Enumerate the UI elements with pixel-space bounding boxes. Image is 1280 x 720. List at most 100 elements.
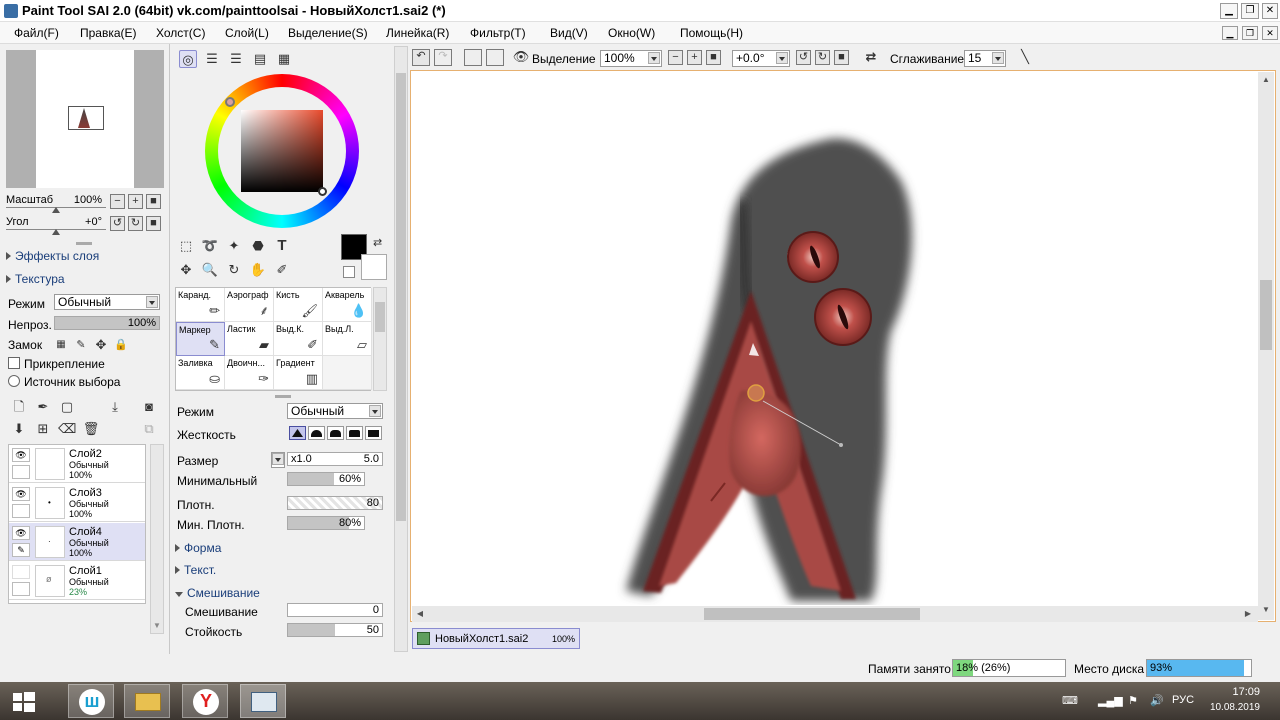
- swap-colors-icon[interactable]: ⇄: [373, 236, 382, 249]
- layer-row[interactable]: ø Слой1 Обычный 23%: [9, 562, 145, 600]
- rotate-right-button[interactable]: ↻: [815, 50, 830, 65]
- texture-section[interactable]: Текстура: [6, 272, 65, 286]
- shape-section[interactable]: Форма: [175, 541, 221, 555]
- color-selector[interactable]: [318, 187, 327, 196]
- start-button[interactable]: [0, 684, 48, 718]
- clock-time[interactable]: 17:09: [1210, 686, 1260, 698]
- zoom-in-button[interactable]: +: [687, 50, 702, 65]
- layer-lock-toggle[interactable]: [12, 504, 30, 518]
- pressure-curve-icon[interactable]: ╲: [1016, 48, 1034, 66]
- merge-down-icon[interactable]: ⬇: [10, 420, 28, 438]
- language-indicator[interactable]: РУС: [1172, 694, 1194, 706]
- redo-icon[interactable]: ↷: [434, 49, 452, 66]
- zoom-in-button[interactable]: +: [128, 194, 143, 209]
- text-tool-icon[interactable]: T: [273, 237, 291, 255]
- clear-layer-icon[interactable]: ⌫: [58, 420, 76, 438]
- transfer-layer-icon[interactable]: ⤓: [106, 398, 124, 416]
- menu-view[interactable]: Вид(V): [550, 26, 588, 40]
- brush-gradient[interactable]: Градиент ▥: [274, 356, 323, 390]
- panel-splitter[interactable]: [76, 242, 92, 245]
- canvas-horizontal-scrollbar[interactable]: ◀ ▶: [412, 606, 1258, 622]
- file-explorer-button[interactable]: [124, 684, 170, 718]
- menu-canvas[interactable]: Холст(C): [156, 26, 205, 40]
- lock-move-icon[interactable]: ✥: [92, 336, 110, 354]
- scroll-up-icon[interactable]: ▲: [1260, 74, 1272, 86]
- painttool-sai-button[interactable]: [240, 684, 286, 718]
- brush-watercolor[interactable]: Акварель 💧: [323, 288, 372, 322]
- blending-slider[interactable]: 0: [287, 603, 383, 617]
- background-color-swatch[interactable]: [361, 254, 387, 280]
- magic-wand-icon[interactable]: ✦: [225, 237, 243, 255]
- min-density-slider[interactable]: 80%: [287, 516, 365, 530]
- undo-icon[interactable]: ↶: [412, 49, 430, 66]
- eye-icon[interactable]: 👁: [12, 487, 30, 501]
- drawing-canvas[interactable]: [410, 70, 1276, 622]
- color-wheel[interactable]: [205, 74, 359, 228]
- new-folder-icon[interactable]: ▢: [58, 398, 76, 416]
- rotate-reset-button[interactable]: ■: [146, 216, 161, 231]
- lock-paint-icon[interactable]: ✎: [72, 336, 90, 354]
- layer-mask-icon[interactable]: ◙: [140, 398, 158, 416]
- layer-row[interactable]: 👁 • Слой3 Обычный 100%: [9, 484, 145, 522]
- rotate-right-button[interactable]: ↻: [128, 216, 143, 231]
- swatches-tab-icon[interactable]: ▤: [251, 50, 269, 68]
- brush-grid-scrollbar[interactable]: [373, 287, 387, 391]
- zoom-select[interactable]: 100%: [600, 50, 662, 67]
- merge-layer-icon[interactable]: ⊞: [34, 420, 52, 438]
- layer-row-selected[interactable]: 👁 ✎ · Слой4 Обычный 100%: [9, 523, 145, 561]
- layer-lock-toggle[interactable]: [12, 465, 30, 479]
- flip-horizontal-icon[interactable]: ⇄: [862, 48, 880, 66]
- brush-pencil[interactable]: Каранд. ✏: [176, 288, 225, 322]
- size-preset-dropdown[interactable]: [271, 452, 285, 468]
- brush-indicator-icon[interactable]: ✎: [12, 543, 30, 557]
- hue-selector[interactable]: [225, 97, 235, 107]
- lock-transparency-icon[interactable]: ▦: [52, 336, 70, 354]
- hardness-medium-hard-button[interactable]: [346, 426, 363, 440]
- layer-settings-icon[interactable]: ⧉: [140, 420, 158, 438]
- navigator-preview[interactable]: [6, 50, 164, 188]
- menu-selection[interactable]: Выделение(S): [288, 26, 368, 40]
- lock-all-icon[interactable]: 🔒: [112, 336, 130, 354]
- opacity-slider[interactable]: 100%: [54, 316, 160, 330]
- hand-tool-icon[interactable]: ✋: [249, 261, 267, 279]
- angle-slider[interactable]: Угол +0°: [6, 214, 106, 235]
- taskbar-app-button[interactable]: ш: [68, 684, 114, 718]
- transparent-color-icon[interactable]: [343, 266, 355, 278]
- saturation-value-square[interactable]: [241, 110, 323, 192]
- brush-eraser[interactable]: Ластик ▰: [225, 322, 274, 356]
- document-tab[interactable]: НовыйХолст1.sai2 100%: [412, 628, 580, 649]
- eye-icon[interactable]: 👁: [12, 526, 30, 540]
- selection-source-radio[interactable]: [8, 375, 20, 387]
- color-wheel-tab-icon[interactable]: ◎: [179, 50, 197, 68]
- scroll-thumb[interactable]: [704, 608, 920, 620]
- scroll-down-icon[interactable]: ▼: [153, 621, 161, 630]
- network-icon[interactable]: ▂▄▆: [1098, 694, 1123, 707]
- canvas-vertical-scrollbar[interactable]: ▲ ▼: [1258, 72, 1274, 620]
- brush-airbrush[interactable]: Аэрограф ⸙: [225, 288, 274, 322]
- blending-section[interactable]: Смешивание: [175, 586, 260, 600]
- scale-slider-handle[interactable]: [52, 207, 60, 213]
- layer-mode-select[interactable]: Обычный: [54, 294, 160, 310]
- rotate-tool-icon[interactable]: ↻: [225, 261, 243, 279]
- browser-button[interactable]: Y: [182, 684, 228, 718]
- doc-minimize-button[interactable]: ▁: [1222, 26, 1238, 40]
- zoom-out-button[interactable]: −: [110, 194, 125, 209]
- scratchpad-tab-icon[interactable]: ▦: [275, 50, 293, 68]
- rotate-reset-button[interactable]: ■: [834, 50, 849, 65]
- menu-ruler[interactable]: Линейка(R): [386, 26, 449, 40]
- scroll-thumb[interactable]: [1260, 280, 1272, 350]
- new-linework-layer-icon[interactable]: ✒: [34, 398, 52, 416]
- brush-binary-pen[interactable]: Двоичн... ✑: [225, 356, 274, 390]
- density-slider[interactable]: 80: [287, 496, 383, 510]
- menu-window[interactable]: Окно(W): [608, 26, 655, 40]
- hsv-slider-tab-icon[interactable]: ☰: [227, 50, 245, 68]
- menu-filter[interactable]: Фильтр(T): [470, 26, 526, 40]
- hardness-soft-button[interactable]: [289, 426, 306, 440]
- delete-layer-icon[interactable]: 🗑: [82, 420, 100, 438]
- rotate-left-button[interactable]: ↺: [796, 50, 811, 65]
- tool-panel-scrollbar[interactable]: [394, 46, 408, 652]
- brush-empty-slot[interactable]: [323, 356, 372, 390]
- shape-tool-icon[interactable]: ⬣: [249, 237, 267, 255]
- clipping-checkbox[interactable]: [8, 357, 20, 369]
- layer-lock-toggle[interactable]: [12, 582, 30, 596]
